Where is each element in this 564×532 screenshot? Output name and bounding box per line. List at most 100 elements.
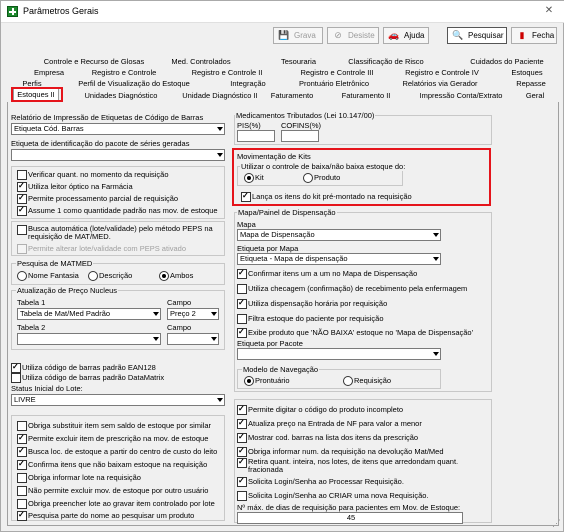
mapa-painel-caption: Mapa/Painel de Dispensação — [237, 208, 337, 217]
med-tributados-caption: Medicamentos Tributados (Lei 10.147/00) — [235, 111, 376, 120]
chevron-down-icon — [214, 150, 224, 160]
radio-kit[interactable]: Kit — [244, 173, 264, 183]
check-login-criar[interactable]: Solicita Login/Senha ao CRIAR uma nova R… — [237, 491, 429, 501]
tab-tesouraria[interactable]: Tesouraria — [271, 56, 326, 67]
check-assume-1[interactable]: Assume 1 como quantidade padrão nas mov.… — [17, 205, 218, 216]
tab-geral[interactable]: Geral — [521, 90, 549, 101]
tab-prontuario-eletronico[interactable]: Prontuário Eletrônico — [291, 78, 377, 89]
check-permite-alterar-lote[interactable]: Permite alterar lote/validade com PEPS a… — [17, 244, 186, 254]
check-obriga-lote[interactable]: Obriga informar lote na requisição — [17, 473, 141, 483]
tabela1-label: Tabela 1 — [17, 298, 46, 307]
tab-estoques[interactable]: Estoques — [507, 67, 547, 78]
check-login-processar[interactable]: Solicita Login/Senha ao Processar Requis… — [237, 476, 404, 487]
dias-max-input[interactable]: 45 — [237, 512, 463, 524]
radio-nome-fantasia[interactable]: Nome Fantasia — [17, 271, 79, 281]
pesquisa-matmed-caption: Pesquisa de MATMED — [16, 259, 94, 268]
check-checagem-enfermagem[interactable]: Utiliza checagem (confirmação) de recebi… — [237, 284, 467, 294]
tab-empresa[interactable]: Empresa — [29, 67, 69, 78]
ajuda-button[interactable]: 🚗 Ajuda — [383, 27, 429, 44]
dias-max-label: Nº máx. de dias de requisição para pacie… — [237, 503, 461, 512]
radio-produto[interactable]: Produto — [303, 173, 340, 183]
tab-controle-glosas[interactable]: Controle e Recurso de Glosas — [29, 56, 159, 67]
check-substituir-similar[interactable]: Obriga substituir item sem saldo de esto… — [17, 421, 211, 431]
etq-mapa-select[interactable]: Etiqueta - Mapa de dispensação — [237, 253, 441, 265]
check-num-requisicao-devolucao[interactable]: Obriga informar num. da requisição na de… — [237, 446, 444, 457]
check-mostrar-cod-barras[interactable]: Mostrar cod. barras na lista dos itens d… — [237, 432, 418, 443]
tab-registro-controle-iii[interactable]: Registro e Controle III — [291, 67, 383, 78]
etq-pacote-select[interactable] — [237, 348, 441, 360]
tab-impressao-conta[interactable]: Impressão Conta/Extrato — [415, 90, 507, 101]
check-busca-peps[interactable]: Busca automática (lote/validade) pelo mé… — [17, 225, 217, 243]
tab-relatorios-gerador[interactable]: Relatórios via Gerador — [395, 78, 485, 89]
etq-mapa-value: Etiqueta - Mapa de dispensação — [240, 254, 348, 263]
tab-classificacao-risco[interactable]: Classificação de Risco — [336, 56, 436, 67]
check-excluir-prescricao[interactable]: Permite excluir item de prescrição na mo… — [17, 433, 208, 444]
desiste-button[interactable]: ⊘ Desiste — [327, 27, 379, 44]
status-lote-select[interactable]: LIVRE — [11, 394, 225, 406]
check-ean128[interactable]: Utiliza código de barras padrão EAN128 — [11, 362, 156, 373]
grava-button[interactable]: 💾 Grava — [273, 27, 323, 44]
tab-repasse[interactable]: Repasse — [511, 78, 551, 89]
tab-med-controlados[interactable]: Med. Controlados — [161, 56, 241, 67]
check-processamento-parcial[interactable]: Permite processamento parcial de requisi… — [17, 193, 178, 204]
campo2-select[interactable] — [167, 333, 219, 345]
tab-unidade-diagnostico-ii[interactable]: Unidade Diagnóstico II — [181, 90, 259, 101]
tab-registro-controle-ii[interactable]: Registro e Controle II — [183, 67, 271, 78]
chevron-down-icon — [214, 124, 224, 134]
parametros-gerais-window: Parâmetros Gerais ✕ 💾 Grava ⊘ Desiste 🚗 Aju… — [0, 0, 564, 532]
tab-faturamento-ii[interactable]: Faturamento II — [335, 90, 397, 101]
radio-descricao[interactable]: Descrição — [88, 271, 132, 281]
radio-ambos[interactable]: Ambos — [159, 271, 193, 281]
rel-etiquetas-select[interactable]: Etiqueta Cód. Barras — [11, 123, 225, 135]
check-filtra-estoque[interactable]: Filtra estoque do paciente por requisiçã… — [237, 314, 384, 324]
pesquisar-button[interactable]: 🔍 Pesquisar — [447, 27, 507, 44]
window-title: Parâmetros Gerais — [23, 6, 99, 16]
etq-mapa-label: Etiqueta por Mapa — [237, 244, 299, 253]
check-pesquisa-parte-nome[interactable]: Pesquisa parte do nome ao pesquisar um p… — [17, 510, 194, 521]
tabela2-select[interactable] — [17, 333, 161, 345]
radio-requisicao[interactable]: Requisição — [343, 376, 391, 386]
check-confirmar-itens-mapa[interactable]: Confirmar itens um a um no Mapa de Dispe… — [237, 268, 417, 279]
mapa-label: Mapa — [237, 220, 256, 229]
grava-label: Grava — [294, 31, 316, 40]
rel-etiquetas-label: Relatório de Impressão de Etiquetas de C… — [11, 113, 204, 122]
pis-input[interactable] — [237, 130, 275, 142]
status-lote-value: LIVRE — [14, 395, 36, 404]
check-leitor-optico[interactable]: Utiliza leitor óptico na Farmácia — [17, 181, 133, 192]
tab-registro-controle-iv[interactable]: Registro e Controle IV — [395, 67, 489, 78]
pacote-select[interactable] — [11, 149, 225, 161]
radio-prontuario[interactable]: Prontuário — [244, 376, 290, 386]
check-datamatrix[interactable]: Utiliza código de barras padrão DataMatr… — [11, 373, 164, 383]
tab-faturamento[interactable]: Faturamento — [265, 90, 319, 101]
tab-perfil-visualizacao[interactable]: Perfil de Visualização do Estoque — [71, 78, 197, 89]
check-codigo-incompleto[interactable]: Permite digitar o código do produto inco… — [237, 404, 403, 415]
close-window-button[interactable]: ✕ — [533, 1, 564, 21]
tab-cuidados-paciente[interactable]: Cuidados do Paciente — [461, 56, 553, 67]
check-atualiza-preco-nf[interactable]: Atualiza preço na Entrada de NF para val… — [237, 418, 422, 429]
chevron-down-icon — [214, 395, 224, 405]
cofins-input[interactable] — [281, 130, 319, 142]
resize-grip-icon[interactable]: ⋰ — [552, 518, 561, 529]
campo1-label: Campo — [167, 298, 192, 307]
check-lanca-itens-kit[interactable]: Lança os itens do kit pré-montado na req… — [241, 191, 412, 202]
ajuda-label: Ajuda — [404, 31, 425, 40]
check-dispensacao-horaria[interactable]: Utiliza dispensação horária por requisiç… — [237, 298, 387, 309]
check-confirma-itens[interactable]: Confirma itens que não baixam estoque na… — [17, 459, 207, 470]
fecha-button[interactable]: ▮ Fecha — [511, 27, 557, 44]
kits-caption: Movimentação de Kits — [237, 152, 311, 161]
check-retira-quant-inteira[interactable]: Retira quant. inteira, nos lotes, de ite… — [237, 457, 477, 476]
check-verificar-quant[interactable]: Verificar quant. no momento da requisiçã… — [17, 170, 169, 180]
check-preencher-lote[interactable]: Obriga preencher lote ao gravar item con… — [17, 499, 215, 509]
tab-registro-controle[interactable]: Registro e Controle — [87, 67, 161, 78]
check-exibe-nao-baixa[interactable]: Exibe produto que 'NÃO BAIXA' estoque no… — [237, 327, 473, 338]
tab-integracao[interactable]: Integração — [225, 78, 271, 89]
campo1-select[interactable]: Preço 2 — [167, 308, 219, 320]
status-lote-label: Status Inicial do Lote: — [11, 384, 83, 393]
check-nao-permite-excluir[interactable]: Não permite excluir mov. de estoque por … — [17, 486, 208, 496]
save-icon: 💾 — [278, 30, 290, 40]
tab-unidades-diagnostico[interactable]: Unidades Diagnóstico — [81, 90, 161, 101]
cancel-icon: ⊘ — [334, 30, 342, 40]
check-busca-loc-estoque[interactable]: Busca loc. de estoque a partir do centro… — [17, 446, 217, 457]
mapa-select[interactable]: Mapa de Dispensação — [237, 229, 441, 241]
tabela1-select[interactable]: Tabela de Mat/Med Padrão — [17, 308, 161, 320]
